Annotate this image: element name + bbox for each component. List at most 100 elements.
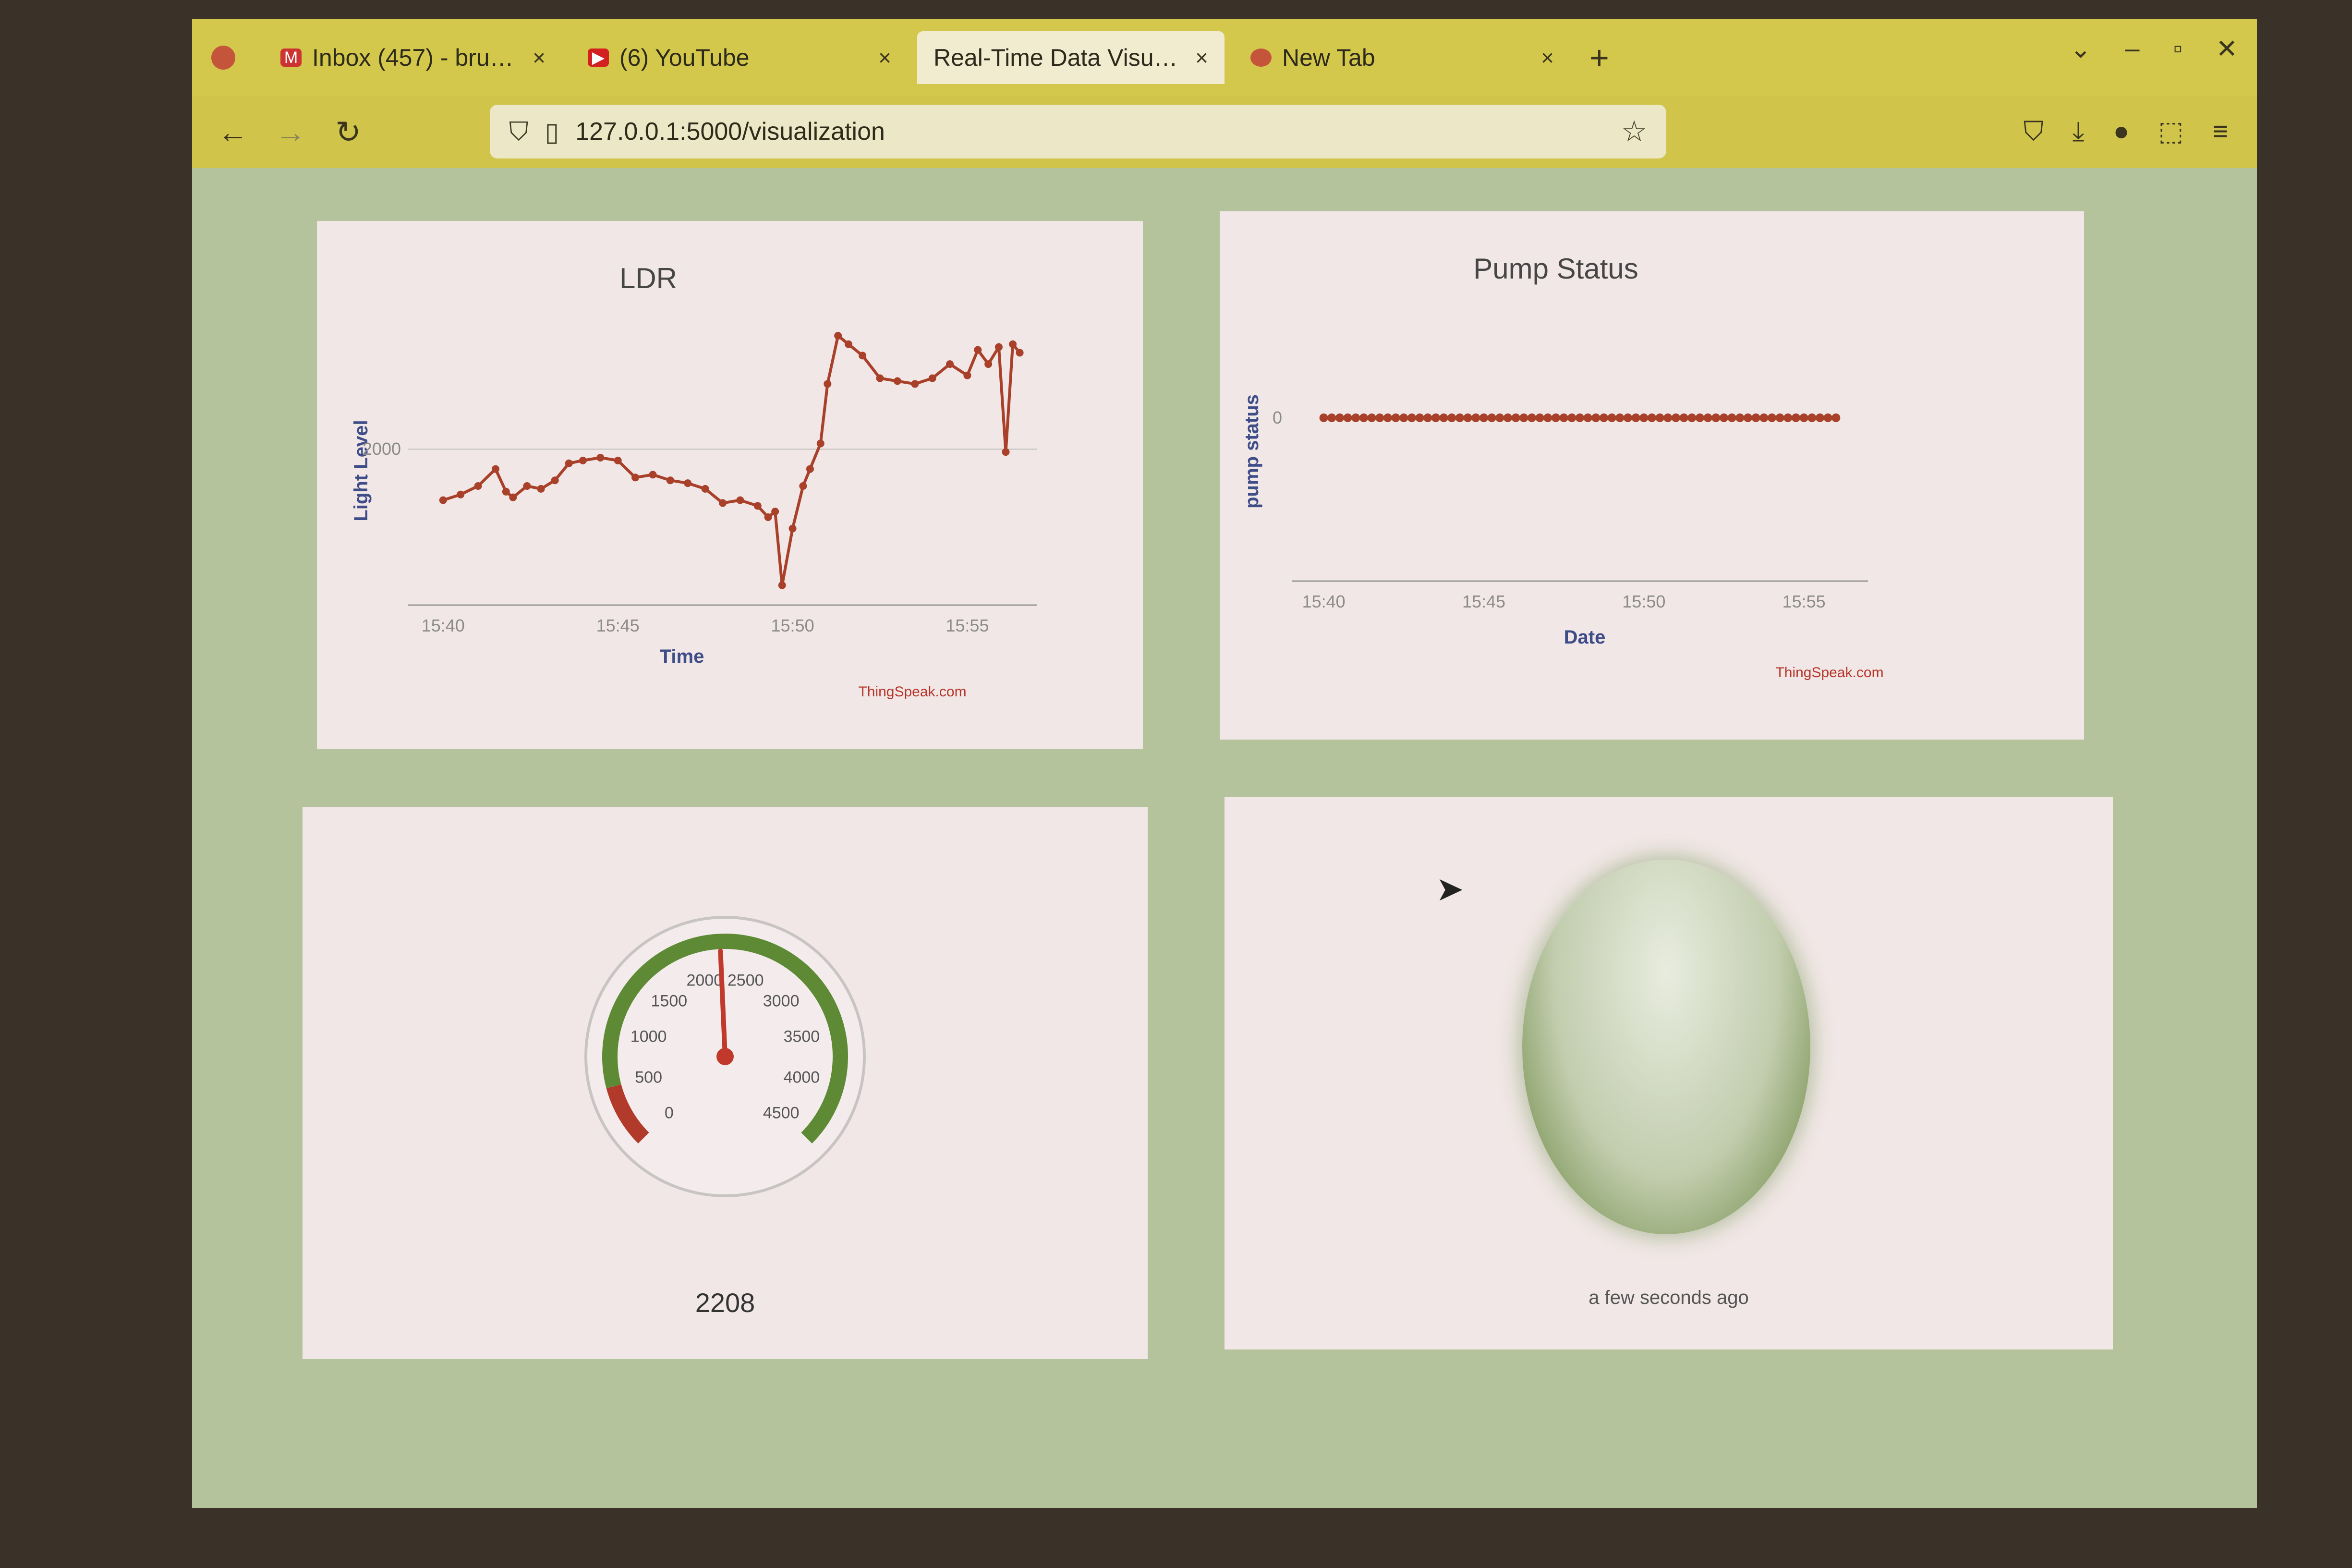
data-point: [778, 581, 786, 589]
data-point: [614, 456, 622, 464]
data-point: [1744, 413, 1752, 422]
new-tab-button[interactable]: +: [1589, 38, 1609, 77]
data-point: [1016, 349, 1024, 357]
youtube-icon: ▶: [588, 49, 609, 67]
download-icon[interactable]: ⤓: [2073, 115, 2085, 147]
extensions-icon[interactable]: ⬚: [2158, 115, 2183, 147]
back-icon[interactable]: ←: [216, 114, 250, 150]
close-window-icon[interactable]: ✕: [2216, 34, 2238, 64]
data-point: [1615, 413, 1625, 422]
data-point: [474, 482, 482, 490]
close-icon[interactable]: ×: [1541, 45, 1554, 71]
series-line: [442, 333, 1021, 586]
data-point: [551, 476, 559, 485]
data-point: [439, 496, 447, 504]
gauge-tick-label: 3000: [763, 992, 800, 1010]
projected-screen: M Inbox (457) - brunobeijuk × ▶ (6) YouT…: [192, 19, 2257, 1508]
minimize-icon[interactable]: –: [2125, 34, 2140, 64]
tab-label: (6) YouTube: [619, 44, 750, 71]
forward-icon[interactable]: →: [274, 114, 307, 150]
x-axis-label: Date: [1564, 627, 1606, 648]
lamp-status-text: a few seconds ago: [1588, 1287, 1749, 1308]
browser-tab-bar: M Inbox (457) - brunobeijuk × ▶ (6) YouT…: [192, 19, 2257, 96]
tab-visualization[interactable]: Real-Time Data Visualization ×: [917, 31, 1224, 84]
data-point: [764, 513, 772, 521]
data-point: [565, 459, 573, 467]
data-point: [1535, 413, 1544, 422]
gauge-tick-label: 0: [665, 1104, 674, 1122]
data-point: [1423, 413, 1432, 422]
y-axis-label: Light Level: [351, 420, 372, 521]
url-text[interactable]: 127.0.0.1:5000/visualization: [575, 117, 1621, 146]
close-icon[interactable]: ×: [878, 45, 891, 71]
data-point: [1495, 413, 1504, 422]
close-icon[interactable]: ×: [1195, 45, 1208, 71]
data-point: [834, 332, 842, 340]
lamp-indicator: [1522, 860, 1810, 1234]
credit-link[interactable]: ThingSpeak.com: [1775, 665, 1883, 681]
list-all-tabs-icon[interactable]: ⌄: [2070, 34, 2091, 64]
data-point: [1319, 413, 1328, 422]
data-point: [684, 479, 692, 487]
x-tick-label: 15:50: [771, 616, 814, 635]
data-point: [1823, 413, 1832, 422]
data-point: [1543, 413, 1552, 422]
data-point: [1711, 413, 1721, 422]
y-tick-label: 2000: [363, 439, 401, 459]
gauge-value: 2208: [695, 1288, 755, 1318]
bookmark-star-icon[interactable]: ☆: [1621, 115, 1647, 148]
shield-icon[interactable]: ⛉: [509, 117, 529, 147]
data-point: [649, 471, 657, 479]
data-point: [1487, 413, 1496, 422]
tab-inbox[interactable]: M Inbox (457) - brunobeijuk ×: [264, 31, 562, 84]
close-icon[interactable]: ×: [533, 45, 546, 71]
data-point: [1479, 413, 1488, 422]
data-point: [1343, 413, 1352, 422]
x-tick-label: 15:55: [946, 616, 989, 635]
data-point: [1768, 413, 1776, 422]
data-point: [1663, 413, 1673, 422]
gauge-tick-label: 2000: [686, 972, 723, 990]
data-point: [1624, 413, 1632, 422]
data-point: [1447, 413, 1456, 422]
tab-label: Real-Time Data Visualization: [934, 44, 1189, 71]
data-point: [736, 496, 744, 504]
data-point: [523, 482, 531, 490]
gauge-tick-label: 500: [635, 1069, 662, 1087]
data-point: [1391, 413, 1400, 422]
data-point: [1759, 413, 1769, 422]
data-point: [963, 371, 971, 379]
data-point: [974, 346, 982, 354]
x-tick-label: 15:40: [422, 616, 465, 635]
firefox-view-icon[interactable]: [211, 46, 235, 70]
reload-icon[interactable]: ↻: [331, 114, 365, 150]
data-point: [984, 360, 993, 368]
pocket-icon[interactable]: ⛉: [2024, 115, 2044, 147]
data-point: [1831, 413, 1841, 422]
x-axis-label: Time: [660, 646, 704, 667]
credit-link[interactable]: ThingSpeak.com: [858, 684, 966, 700]
maximize-icon[interactable]: ▫: [2173, 34, 2182, 64]
data-point: [1002, 448, 1010, 456]
x-tick-label: 15:45: [596, 616, 640, 635]
data-point: [1519, 413, 1528, 422]
data-point: [1792, 413, 1800, 422]
firefox-icon: [1250, 49, 1272, 67]
menu-icon[interactable]: ≡: [2212, 115, 2228, 147]
account-icon[interactable]: ●: [2113, 115, 2130, 147]
data-point: [1648, 413, 1656, 422]
data-point: [1471, 413, 1480, 422]
y-tick-label: 0: [1273, 408, 1282, 427]
data-point: [1439, 413, 1448, 422]
data-point: [1727, 413, 1736, 422]
tab-new-tab[interactable]: New Tab ×: [1234, 31, 1570, 84]
pump-chart: Pump Status pump status Date ThingSpeak.…: [1241, 253, 1884, 681]
browser-nav-bar: ← → ↻ ⛉ ▯ 127.0.0.1:5000/visualization ☆…: [192, 96, 2257, 168]
data-point: [806, 465, 814, 473]
gauge-tick-label: 4000: [784, 1069, 820, 1087]
tab-youtube[interactable]: ▶ (6) YouTube ×: [571, 31, 908, 84]
data-point: [1816, 413, 1824, 422]
ldr-chart-panel: LDR Light Level Time ThingSpeak.com 2000…: [317, 221, 1143, 749]
gauge-tick-label: 3500: [784, 1027, 820, 1045]
address-bar[interactable]: ⛉ ▯ 127.0.0.1:5000/visualization ☆: [490, 105, 1666, 158]
